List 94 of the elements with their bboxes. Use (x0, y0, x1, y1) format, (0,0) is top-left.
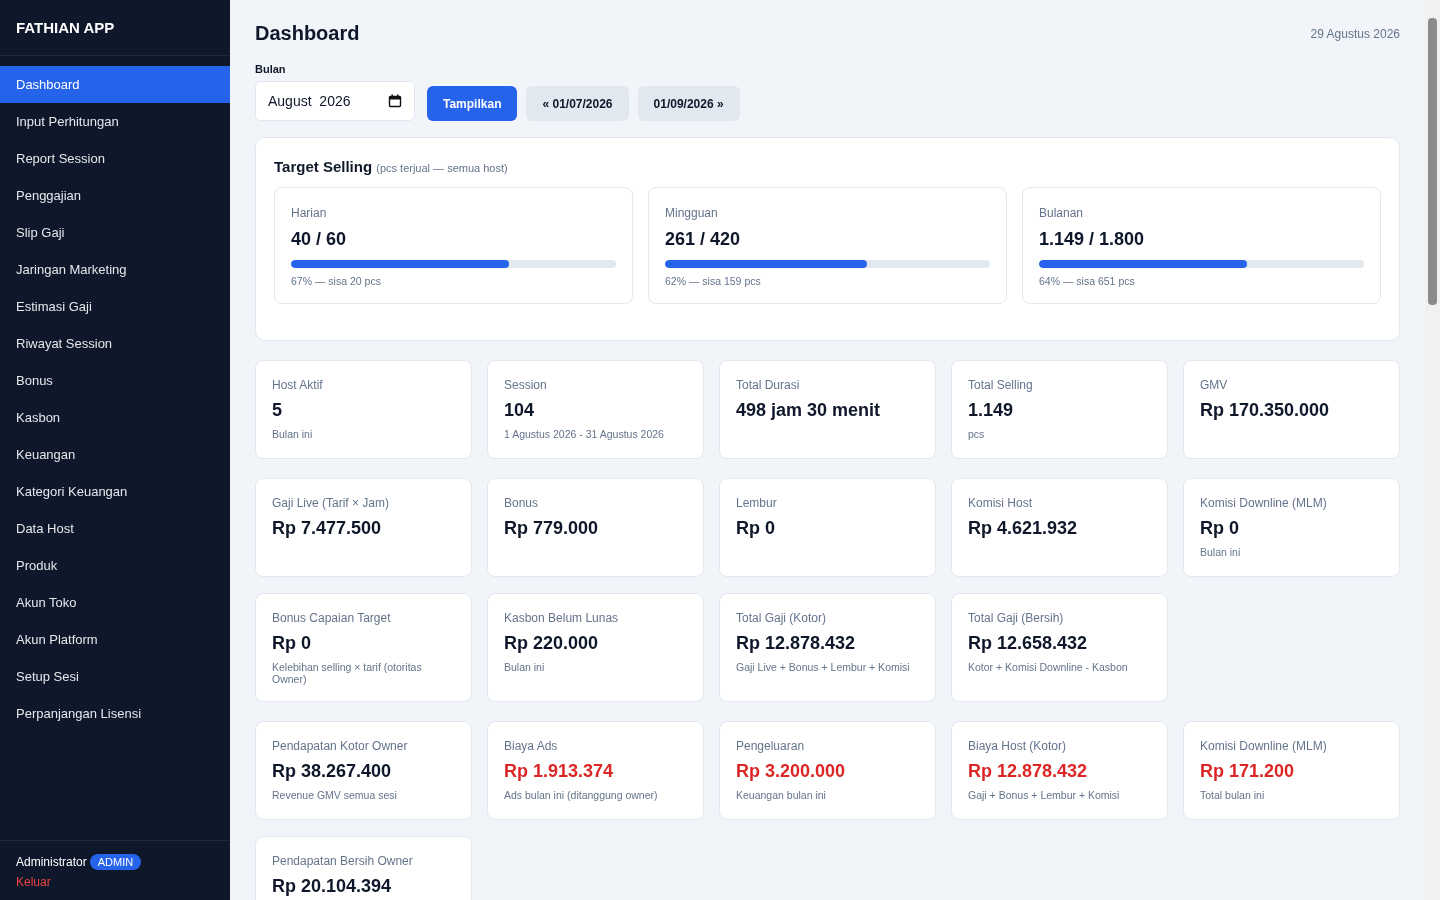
card-label: Total Durasi (736, 378, 801, 392)
card-label: Total Gaji (Bersih) (968, 611, 1065, 625)
card-value: 5 (272, 400, 283, 421)
sidebar-item[interactable]: Input Perhitungan (0, 103, 230, 140)
next-month-button[interactable]: 01/09/2026 » (637, 86, 740, 121)
card-note: Revenue GMV semua sesi (272, 789, 398, 801)
card-note: Bulan ini (272, 428, 314, 440)
card-value: Rp 7.477.500 (272, 518, 383, 539)
card-value: Rp 12.878.432 (968, 761, 1089, 782)
card-value: Rp 20.104.394 (272, 876, 393, 897)
calendar-icon (388, 93, 402, 108)
card-note: Bulan ini (1200, 546, 1242, 558)
sidebar-item[interactable]: Perpanjangan Lisensi (0, 695, 230, 732)
card-value: 1.149 (968, 400, 1015, 421)
card-value: Rp 12.658.432 (968, 633, 1089, 654)
card-value: Rp 4.621.932 (968, 518, 1079, 539)
card-value: Rp 3.200.000 (736, 761, 847, 782)
card-label: Lembur (736, 496, 778, 510)
card-label: Pengeluaran (736, 739, 806, 753)
sidebar-item[interactable]: Estimasi Gaji (0, 288, 230, 325)
card-label: Host Aktif (272, 378, 324, 392)
card-note: Kelebihan selling × tarif (otoritas Owner) (272, 661, 423, 685)
card-value: 498 jam 30 menit (736, 400, 882, 421)
card-label: Biaya Ads (504, 739, 559, 753)
sidebar-item[interactable]: Kasbon (0, 399, 230, 436)
card-value: Rp 0 (736, 518, 776, 539)
sidebar-item[interactable]: Bonus (0, 362, 230, 399)
card-label: Komisi Downline (MLM) (1200, 496, 1328, 510)
sidebar-item[interactable]: Kategori Keuangan (0, 473, 230, 510)
sidebar-item[interactable]: Akun Toko (0, 584, 230, 621)
sidebar-item[interactable]: Penggajian (0, 177, 230, 214)
card-note: Keuangan bulan ini (736, 789, 827, 801)
card-label: GMV (1200, 378, 1229, 392)
card-note: Ads bulan ini (ditanggung owner) (504, 789, 659, 801)
card-note: Gaji + Bonus + Lembur + Komisi (968, 789, 1121, 801)
card-label: Session (504, 378, 548, 392)
card-label: Komisi Downline (MLM) (1200, 739, 1328, 753)
card-label: Biaya Host (Kotor) (968, 739, 1068, 753)
card-note: 1 Agustus 2026 - 31 Agustus 2026 (504, 428, 665, 440)
card-label: Bonus (504, 496, 540, 510)
card-label: Total Gaji (Kotor) (736, 611, 828, 625)
card-value: Rp 171.200 (1200, 761, 1296, 782)
card-value: Rp 220.000 (504, 633, 600, 654)
card-note: Total bulan ini (1200, 789, 1266, 801)
progress-note: 62% — sisa 159 pcs (665, 275, 762, 287)
target-value: 40 / 60 (291, 229, 348, 250)
month-field[interactable]: August 2026 (255, 80, 415, 121)
card-label: Pendapatan Bersih Owner (272, 854, 414, 868)
sidebar-item[interactable]: Report Session (0, 140, 230, 177)
sidebar-item[interactable]: Akun Platform (0, 621, 230, 658)
sidebar-item[interactable]: Jaringan Marketing (0, 251, 230, 288)
card-value: 104 (504, 400, 536, 421)
page-title: Dashboard (255, 22, 360, 45)
card-label: Komisi Host (968, 496, 1033, 510)
panel-title: Target Selling (pcs terjual — semua host) (274, 158, 509, 175)
card-value: Rp 170.350.000 (1200, 400, 1331, 421)
sidebar-item[interactable]: Dashboard (0, 66, 230, 103)
scrollbar[interactable] (1425, 0, 1440, 900)
card-label: Total Selling (968, 378, 1034, 392)
sidebar-item[interactable]: Produk (0, 547, 230, 584)
sidebar-item[interactable]: Setup Sesi (0, 658, 230, 695)
progress-note: 67% — sisa 20 pcs (291, 275, 382, 287)
app-name: FATHIAN APP (0, 0, 230, 56)
field-label: Bulan (255, 63, 287, 75)
card-value: Rp 0 (272, 633, 312, 654)
card-value: Rp 12.878.432 (736, 633, 857, 654)
card-note: pcs (968, 428, 986, 440)
card-label: Harian (291, 206, 328, 220)
role-badge: ADMIN (89, 854, 142, 870)
logout-link[interactable]: Keluar (16, 875, 51, 889)
target-value: 1.149 / 1.800 (1039, 229, 1146, 250)
card-label: Pendapatan Kotor Owner (272, 739, 409, 753)
card-value: Rp 0 (1200, 518, 1240, 539)
current-date: 29 Agustus 2026 (1310, 26, 1400, 41)
show-button[interactable]: Tampilkan (427, 86, 518, 121)
sidebar-item[interactable]: Keuangan (0, 436, 230, 473)
sidebar-item[interactable]: Data Host (0, 510, 230, 547)
card-label: Gaji Live (Tarif × Jam) (272, 496, 391, 510)
card-note: Gaji Live + Bonus + Lembur + Komisi (736, 661, 911, 673)
sidebar-item[interactable]: Slip Gaji (0, 214, 230, 251)
card-label: Bonus Capaian Target (272, 611, 392, 625)
card-label: Kasbon Belum Lunas (504, 611, 620, 625)
progress-note: 64% — sisa 651 pcs (1039, 275, 1136, 287)
sidebar-item[interactable]: Riwayat Session (0, 325, 230, 362)
card-note: Kotor + Komisi Downline - Kasbon (968, 661, 1129, 673)
previous-month-button[interactable]: « 01/07/2026 (526, 86, 629, 121)
card-note: Bulan ini (504, 661, 546, 673)
card-value: Rp 1.913.374 (504, 761, 615, 782)
user-name: Administrator (16, 855, 87, 869)
target-value: 261 / 420 (665, 229, 742, 250)
card-value: Rp 779.000 (504, 518, 600, 539)
card-label: Bulanan (1039, 206, 1085, 220)
card-label: Mingguan (665, 206, 719, 220)
card-value: Rp 38.267.400 (272, 761, 393, 782)
